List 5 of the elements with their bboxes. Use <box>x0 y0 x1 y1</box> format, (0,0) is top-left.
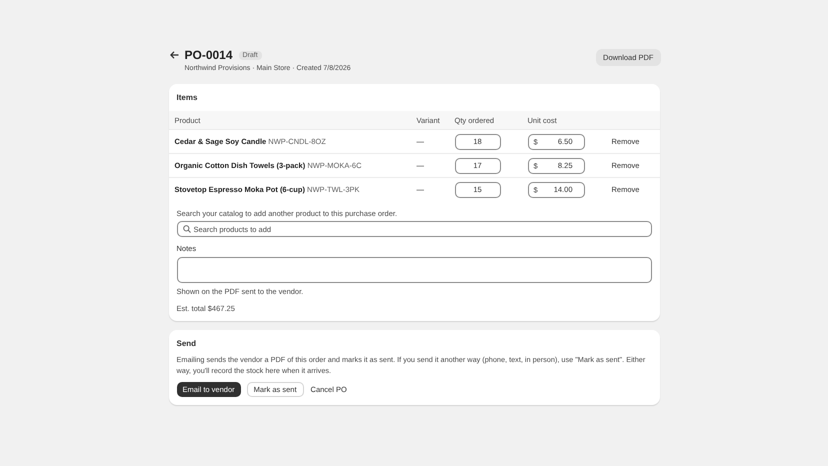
card-title: Send <box>176 339 198 350</box>
back-button[interactable] <box>168 49 178 61</box>
notes-field[interactable] <box>176 257 652 283</box>
page-title: PO-0014 <box>184 48 233 62</box>
card-title: Items <box>176 92 198 104</box>
